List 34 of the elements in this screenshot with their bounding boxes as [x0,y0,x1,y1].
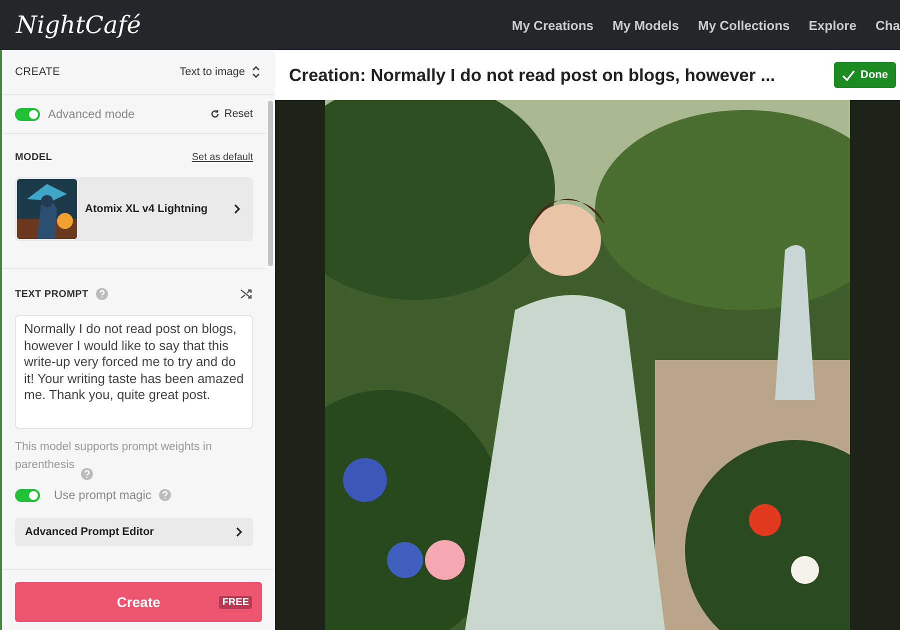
nav-link[interactable]: My Creations [512,18,594,32]
reset-icon [210,109,220,119]
advanced-editor-button[interactable]: Advanced Prompt Editor [15,518,253,546]
nav-link[interactable]: My Collections [698,18,790,32]
check-icon [842,70,854,80]
chevron-right-icon [235,527,243,537]
section-title: CREATE [15,66,60,78]
nav-link[interactable]: Cha [875,18,900,32]
model-heading: MODEL [15,152,52,163]
mode-select[interactable]: Text to image [180,65,261,79]
shuffle-icon[interactable] [239,287,253,301]
prompt-field[interactable]: Normally I do not read post on blogs, however I would like to say that this write-up very forced me to try and do it! Your writing taste has been amazed me. Thank you, quite great post. [15,315,253,429]
help-icon[interactable] [81,468,93,480]
done-button[interactable]: Done [834,62,896,88]
nav-link[interactable]: Explore [808,18,856,32]
create-button[interactable]: Create FREE [15,582,262,622]
scrollbar[interactable] [268,101,273,266]
toggle-label: Advanced mode [48,107,135,121]
logo[interactable]: NightCafé [16,11,141,39]
creation-title: Creation: Normally I do not read post on blogs, however ... [289,64,776,86]
prompt-heading: TEXT PROMPT [15,288,88,300]
help-icon[interactable] [159,489,172,501]
chevron-right-icon [233,204,241,214]
free-badge: FREE [219,596,252,609]
help-icon[interactable] [96,288,108,300]
set-default-link[interactable]: Set as default [192,152,253,163]
updown-icon [251,65,261,79]
prompt-hint: This model supports prompt weights in parenthesis [15,440,213,473]
toggle-switch[interactable] [15,488,40,502]
reset-button[interactable]: Reset [210,108,253,120]
model-card[interactable]: Atomix XL v4 Lightning [15,177,253,241]
toggle-switch[interactable] [15,108,40,120]
nav-link[interactable]: My Models [612,18,679,32]
toggle-label: Use prompt magic [54,488,152,502]
